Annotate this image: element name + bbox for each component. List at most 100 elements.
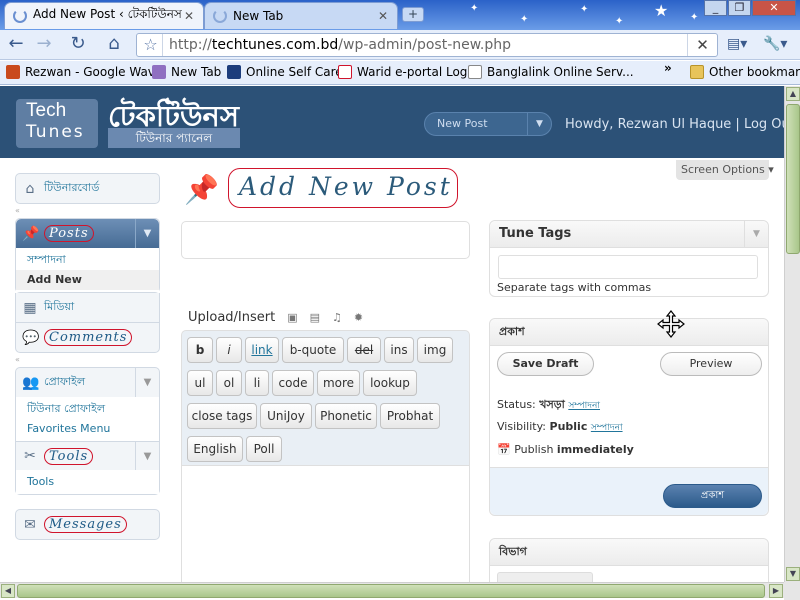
address-url: http://techtunes.com.bd/wp-admin/post-ne…	[169, 34, 511, 56]
submenu-add-new[interactable]: Add New	[16, 270, 159, 290]
vertical-scrollbar[interactable]: ▲ ▼	[784, 86, 800, 582]
bookmark-warid[interactable]: Warid e-portal Login	[338, 65, 478, 79]
home-button[interactable]: ⌂	[102, 33, 126, 57]
visibility-value: Public	[549, 420, 588, 433]
status-edit-link[interactable]: সম্পাদনা	[568, 401, 600, 411]
decor-star: ✦	[470, 3, 479, 14]
quicktag-link-button[interactable]: link	[245, 337, 279, 363]
horizontal-scroll-thumb[interactable]	[17, 584, 765, 598]
tab-new-tab[interactable]: New Tab ✕	[204, 2, 398, 29]
save-draft-button[interactable]: Save Draft	[497, 352, 594, 376]
chevron-down-icon[interactable]: ▼	[527, 113, 551, 135]
category-tab[interactable]	[497, 572, 593, 582]
quicktag-poll-button[interactable]: Poll	[246, 436, 282, 462]
add-audio-icon[interactable]: ♫	[332, 311, 342, 324]
quicktag-bold-button[interactable]: b	[187, 337, 213, 363]
menu-posts-head[interactable]: 📌 Posts ▼	[16, 219, 159, 248]
quicktag-italic-button[interactable]: i	[216, 337, 242, 363]
menu-dashboard[interactable]: ⌂ টিউনারবোর্ড	[15, 173, 160, 204]
submenu-tuner-profile[interactable]: টিউনার প্রোফাইল	[16, 399, 159, 419]
minimize-button[interactable]: _	[704, 0, 727, 16]
quicktag-close-tags-button[interactable]: close tags	[187, 403, 257, 429]
favorite-actions-dropdown[interactable]: New Post ▼	[424, 112, 552, 136]
user-greeting[interactable]: Howdy, Rezwan Ul Haque | Log Out	[565, 117, 784, 132]
publish-time-value: immediately	[556, 443, 634, 456]
menu-separator[interactable]: «	[15, 204, 160, 218]
tab-close-icon[interactable]: ✕	[377, 9, 389, 23]
add-video-icon[interactable]: ▤	[310, 311, 320, 324]
post-title-input[interactable]	[181, 221, 470, 259]
bookmark-google-wave[interactable]: Rezwan - Google Wave	[6, 65, 162, 79]
tab-close-icon[interactable]: ✕	[183, 9, 195, 23]
quicktag-ins-button[interactable]: ins	[384, 337, 414, 363]
quicktag-more-button[interactable]: more	[317, 370, 360, 396]
address-bar[interactable]: ☆ http://techtunes.com.bd/wp-admin/post-…	[136, 33, 718, 57]
tab-add-new-post[interactable]: Add New Post ‹ টেকটিউনস ✕	[4, 2, 204, 29]
preview-button[interactable]: Preview	[660, 352, 762, 376]
category-box-header[interactable]: বিভাগ	[490, 539, 768, 566]
menu-label: Tools	[44, 447, 94, 465]
vertical-scroll-thumb[interactable]	[786, 104, 800, 254]
chevron-down-icon[interactable]: ▼	[135, 368, 159, 397]
post-content-textarea[interactable]	[181, 466, 470, 582]
other-bookmarks[interactable]: Other bookmarks	[690, 65, 800, 79]
stop-icon[interactable]: ✕	[687, 34, 717, 56]
scroll-right-arrow[interactable]: ▶	[769, 584, 783, 598]
quicktag-li-button[interactable]: li	[245, 370, 269, 396]
quicktag-code-button[interactable]: code	[272, 370, 314, 396]
menu-messages[interactable]: ✉ Messages	[15, 509, 160, 540]
chevron-down-icon[interactable]: ▼	[744, 221, 768, 247]
chevron-down-icon[interactable]: ▼	[135, 442, 159, 470]
move-cursor-icon	[657, 310, 685, 338]
quicktag-bquote-button[interactable]: b-quote	[282, 337, 344, 363]
quicktag-ol-button[interactable]: ol	[216, 370, 242, 396]
publish-button[interactable]: প্রকাশ	[663, 484, 762, 508]
tags-input[interactable]	[498, 255, 758, 279]
quicktag-phonetic-button[interactable]: Phonetic	[315, 403, 377, 429]
quicktag-unijoy-button[interactable]: UniJoy	[260, 403, 312, 429]
submenu-edit[interactable]: সম্পাদনা	[16, 250, 159, 270]
forward-button[interactable]: →	[32, 33, 56, 57]
maximize-button[interactable]: ❐	[728, 0, 751, 16]
chevron-down-icon[interactable]: ▼	[135, 219, 159, 248]
bookmark-banglalink[interactable]: Banglalink Online Serv...	[468, 65, 634, 79]
page-icon	[468, 65, 482, 79]
submenu-favorites-menu[interactable]: Favorites Menu	[16, 419, 159, 439]
menu-label: মিডিয়া	[44, 300, 75, 313]
scroll-left-arrow[interactable]: ◀	[1, 584, 15, 598]
publish-box-header[interactable]: প্রকাশ	[490, 319, 768, 346]
reload-button[interactable]: ↻	[66, 33, 90, 57]
scroll-down-arrow[interactable]: ▼	[786, 567, 800, 581]
window-close-button[interactable]: ✕	[752, 0, 796, 16]
quicktag-del-button[interactable]: del	[347, 337, 381, 363]
scroll-up-arrow[interactable]: ▲	[786, 87, 800, 101]
quicktag-probhat-button[interactable]: Probhat	[380, 403, 440, 429]
menu-comments[interactable]: 💬 Comments	[15, 323, 160, 353]
add-media-icon[interactable]: ✹	[354, 311, 363, 324]
bookmark-star-icon[interactable]: ☆	[139, 34, 163, 56]
page-menu-icon[interactable]: ▤▾	[727, 36, 747, 52]
quicktag-ul-button[interactable]: ul	[187, 370, 213, 396]
quicktag-img-button[interactable]: img	[417, 337, 453, 363]
menu-profile-head[interactable]: 👥 প্রোফাইল ▼	[16, 368, 159, 397]
more-bookmarks-button[interactable]: »	[664, 61, 672, 75]
site-logo[interactable]: Tech Tunes	[16, 99, 98, 148]
menu-label: Comments	[44, 329, 133, 346]
submenu-tools[interactable]: Tools	[16, 472, 159, 492]
back-button[interactable]: ←	[4, 33, 28, 57]
bookmark-online-self-care[interactable]: Online Self Care	[227, 65, 343, 79]
bookmark-new-tab[interactable]: New Tab	[152, 65, 221, 79]
tags-box-header[interactable]: Tune Tags ▼	[490, 221, 768, 248]
quicktag-lookup-button[interactable]: lookup	[363, 370, 417, 396]
menu-tools-head[interactable]: ✂ Tools ▼	[16, 441, 159, 470]
bookmark-label: New Tab	[171, 65, 222, 79]
horizontal-scrollbar[interactable]: ◀ ▶	[0, 582, 784, 598]
menu-media[interactable]: ▦ মিডিয়া	[15, 293, 160, 323]
quicktag-english-button[interactable]: English	[187, 436, 243, 462]
menu-separator[interactable]: «	[15, 353, 160, 367]
wrench-menu-icon[interactable]: 🔧▾	[763, 36, 787, 52]
add-image-icon[interactable]: ▣	[287, 311, 297, 324]
visibility-edit-link[interactable]: সম্পাদনা	[591, 423, 623, 433]
screen-options-button[interactable]: Screen Options ▾	[676, 160, 774, 180]
new-tab-button[interactable]: +	[402, 7, 424, 22]
